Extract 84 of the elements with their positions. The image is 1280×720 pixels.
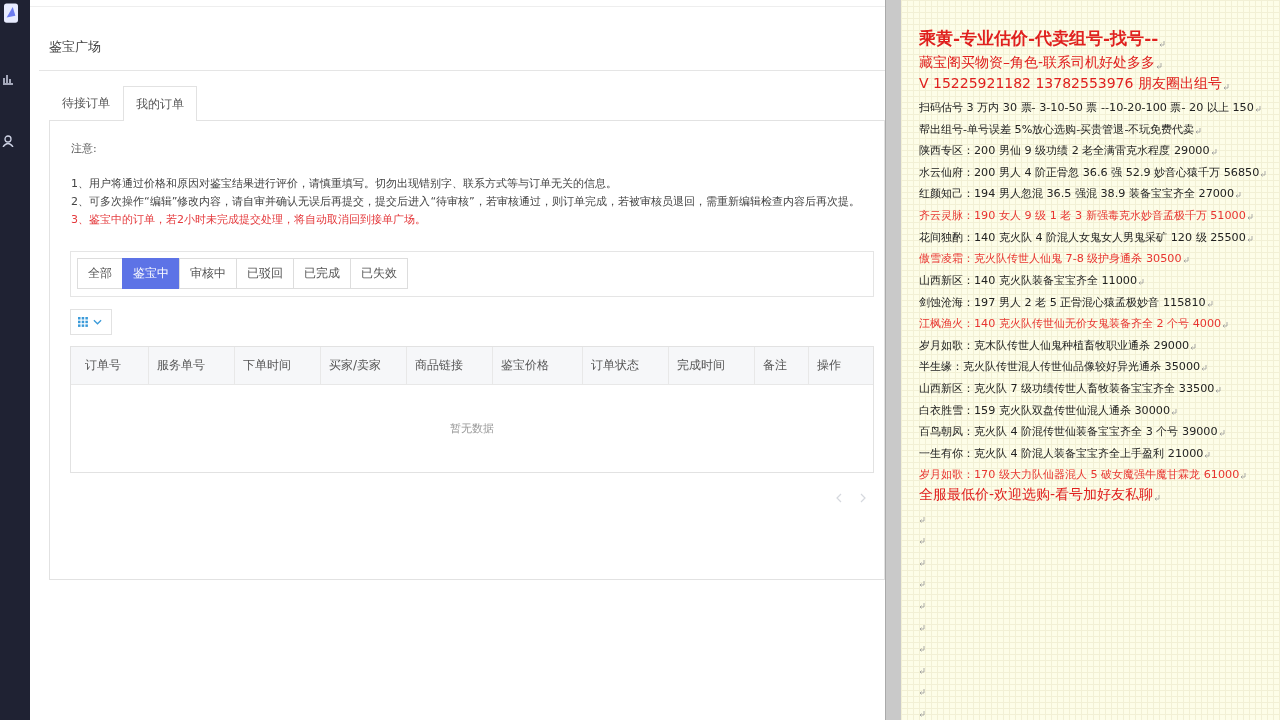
document-line: 藏宝阁买物资–角色-联系司机好处多多 <box>919 53 1156 72</box>
paragraph-mark-icon <box>1215 386 1222 393</box>
status-filter-button[interactable]: 已完成 <box>293 258 351 289</box>
paragraph-mark-icon <box>919 581 925 588</box>
notice-text: 3、鉴宝中的订单，若2小时未完成提交处理，将自动取消回到接单广场。 <box>71 212 427 228</box>
document-line: V 15225921182 13782553976 朋友圈出组号 <box>919 75 1222 94</box>
column-header: 鉴宝价格 <box>493 347 583 384</box>
paragraph-mark-icon <box>1222 322 1229 329</box>
status-filter-button[interactable]: 鉴宝中 <box>122 258 180 289</box>
tab[interactable]: 待接订单 <box>49 86 123 120</box>
status-filter-button[interactable]: 审核中 <box>179 258 237 289</box>
column-header: 备注 <box>755 347 809 384</box>
paragraph-mark-icon <box>1171 408 1178 415</box>
paragraph-mark-icon <box>1154 495 1161 501</box>
column-header: 买家/卖家 <box>321 347 407 384</box>
document-line: 水云仙府：200 男人 4 阶正骨忽 36.6 强 52.9 妙音心猿千万 56850 <box>919 164 1260 180</box>
paragraph-mark-icon <box>1235 192 1242 199</box>
status-filter-button[interactable]: 已驳回 <box>236 258 294 289</box>
paragraph-mark-icon <box>1246 214 1253 221</box>
paragraph-mark-icon <box>1195 127 1202 134</box>
document-line: 山西新区：克火队 7 级功绩传世人畜牧装备宝宝齐全 33500 <box>919 380 1215 396</box>
status-filter-button[interactable]: 全部 <box>77 258 123 289</box>
document-line: 岁月如歌：170 级大力队仙器混人 5 破女魔强牛魔甘霖龙 61000 <box>919 467 1240 483</box>
column-header: 商品链接 <box>407 347 493 384</box>
column-header: 服务单号 <box>149 347 235 384</box>
paragraph-mark-icon <box>1190 343 1197 350</box>
paragraph-mark-icon <box>1260 170 1267 177</box>
document-line: 齐云灵脉：190 女人 9 级 1 老 3 新强毒克水妙音孟极千万 51000 <box>919 208 1246 224</box>
paragraph-mark-icon <box>919 711 925 718</box>
logo-icon[interactable] <box>4 3 18 23</box>
paragraph-mark-icon <box>919 516 925 523</box>
grid-icon <box>78 317 88 327</box>
document-line: 岁月如歌：克木队传世人仙鬼种植畜牧职业通杀 29000 <box>919 337 1190 353</box>
paragraph-mark-icon <box>1204 451 1211 458</box>
paragraph-mark-icon <box>1156 62 1163 69</box>
paragraph-mark-icon <box>919 624 925 631</box>
notice-text: 2、可多次操作“编辑”修改内容，请自审并确认无误后再提交，提交后进入“待审核”，若审核通过，则订单完成，若被审核员退回，需重新编辑检查内容后再次提。 <box>71 194 861 210</box>
document-line: 花间独酌：140 克火队 4 阶混人女鬼女人男鬼采矿 120 级 25500 <box>919 229 1246 245</box>
document-line: 江枫渔火：140 克火队传世仙无价女鬼装备齐全 2 个号 4000 <box>919 316 1222 332</box>
document-line: 半生缘：克火队传世混人传世仙品像较好异光通杀 35000 <box>919 359 1201 375</box>
document-line: 陕西专区：200 男仙 9 级功绩 2 老全满雷克水程度 29000 <box>919 143 1210 159</box>
tab[interactable]: 我的订单 <box>123 86 197 121</box>
notice-text: 1、用户将通过价格和原因对鉴宝结果进行评价，请慎重填写。切勿出现错别字、联系方式等与订单无关的信息。 <box>71 176 618 192</box>
column-header: 完成时间 <box>669 347 755 384</box>
columns-toggle-button[interactable] <box>70 309 112 335</box>
document-line: 山西新区：140 克火队装备宝宝齐全 11000 <box>919 272 1138 288</box>
document-line: 红颜知己：194 男人忽混 36.5 强混 38.9 装备宝宝齐全 27000 <box>919 186 1235 202</box>
empty-message: 暂无数据 <box>450 421 494 436</box>
column-header: 订单号 <box>71 347 149 384</box>
document-line: 白衣胜雪：159 克火队双盘传世仙混人通杀 30000 <box>919 402 1171 418</box>
document-line: 乘黄-专业估价-代卖组号-找号-- <box>919 27 1159 51</box>
document-line: 百鸟朝凤：克火队 4 阶混传世仙装备宝宝齐全 3 个号 39000 <box>919 424 1218 440</box>
document-line: 帮出组号-单号误差 5%放心选购-买贵管退-不玩免费代卖 <box>919 121 1195 137</box>
caret-icon <box>93 319 102 325</box>
notice-heading: 注意: <box>71 141 98 156</box>
paragraph-mark-icon <box>919 559 925 566</box>
status-filter-button[interactable]: 已失效 <box>350 258 408 289</box>
paragraph-mark-icon <box>1159 41 1166 48</box>
document-line: 一生有你：克火队 4 阶混人装备宝宝齐全上手盈利 21000 <box>919 445 1204 461</box>
user-icon[interactable] <box>2 135 14 147</box>
paragraph-mark-icon <box>919 646 925 653</box>
paragraph-mark-icon <box>1138 278 1145 285</box>
document-line: 傲雪凌霜：克火队传世人仙鬼 7-8 级护身通杀 30500 <box>919 251 1182 267</box>
paragraph-mark-icon <box>1222 84 1229 91</box>
document-line: 全服最低价-欢迎选购-看号加好友私聊 <box>919 486 1154 504</box>
paragraph-mark-icon <box>919 667 925 674</box>
paragraph-mark-icon <box>1210 149 1217 156</box>
document-line: 剑蚀沧海：197 男人 2 老 5 正骨混心猿孟极妙音 115810 <box>919 294 1206 310</box>
paragraph-mark-icon <box>1246 235 1253 242</box>
paragraph-mark-icon <box>919 603 925 610</box>
column-header: 操作 <box>816 357 842 374</box>
paragraph-mark-icon <box>1201 365 1208 372</box>
paragraph-mark-icon <box>1206 300 1213 307</box>
page-title: 鉴宝广场 <box>39 7 885 71</box>
column-header: 订单状态 <box>583 347 669 384</box>
paragraph-mark-icon <box>1182 257 1189 264</box>
paragraph-mark-icon <box>1218 430 1225 437</box>
paragraph-mark-icon <box>1240 473 1247 480</box>
column-header: 下单时间 <box>235 347 321 384</box>
bar-chart-icon[interactable] <box>2 73 14 85</box>
paragraph-mark-icon <box>919 538 925 545</box>
document-line: 扫码估号 3 万内 30 票- 3-10-50 票 --10-20-100 票- 20 以上 150 <box>919 100 1254 115</box>
paragraph-mark-icon <box>919 689 925 696</box>
paragraph-mark-icon <box>1254 106 1261 112</box>
